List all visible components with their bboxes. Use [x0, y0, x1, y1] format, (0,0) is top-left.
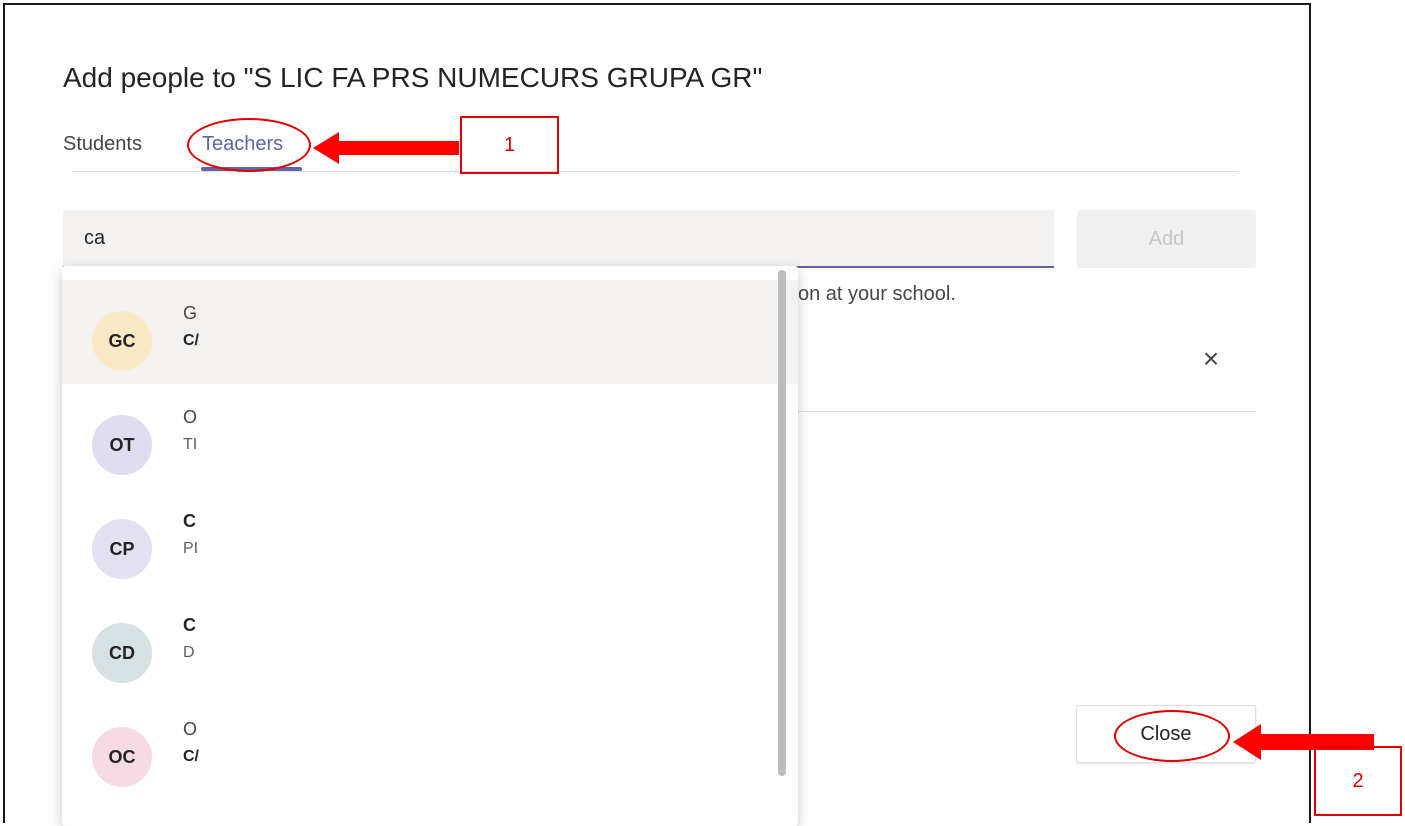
close-icon[interactable]: × [1194, 342, 1228, 376]
close-button-highlight [1114, 710, 1230, 762]
avatar: OC [92, 727, 152, 787]
suggestion-detail: TI [183, 436, 198, 453]
suggestion-name: C [183, 615, 196, 635]
avatar: OT [92, 415, 152, 475]
suggestion-detail: PI [183, 540, 199, 557]
suggestions-dropdown: GC G C/ OT O TI CP C PI CD C D OC O C/ [62, 266, 798, 826]
dialog-title: Add people to "S LIC FA PRS NUMECURS GRU… [63, 62, 763, 93]
suggestion-name: G [183, 303, 198, 323]
suggestion-item[interactable]: CD C D [62, 592, 798, 696]
add-button[interactable]: Add [1077, 210, 1256, 268]
teachers-tab-highlight [187, 118, 311, 172]
suggestion-detail: C/ [183, 332, 199, 349]
suggestion-item[interactable]: CP C PI [62, 488, 798, 592]
annotation-box-1: 1 [460, 116, 559, 174]
suggestion-detail: D [183, 644, 195, 661]
avatar: CP [92, 519, 152, 579]
dropdown-scrollbar[interactable] [778, 270, 786, 776]
avatar: CD [92, 623, 152, 683]
tab-students[interactable]: Students [63, 133, 142, 156]
suggestion-item[interactable]: GC G C/ [62, 280, 798, 384]
suggestion-detail: C/ [183, 748, 199, 765]
panel-divider [798, 411, 1256, 412]
arrow-left-icon [313, 132, 459, 164]
suggestion-name: O [183, 719, 198, 739]
annotation-box-2: 2 [1314, 746, 1402, 816]
search-hint-text: on at your school. [798, 283, 956, 305]
avatar: GC [92, 311, 152, 371]
suggestion-item[interactable]: OT O TI [62, 384, 798, 488]
people-search-input[interactable] [63, 210, 1054, 268]
suggestion-name: C [183, 511, 196, 531]
suggestion-name: O [183, 407, 198, 427]
suggestion-item[interactable]: OC O C/ [62, 696, 798, 800]
